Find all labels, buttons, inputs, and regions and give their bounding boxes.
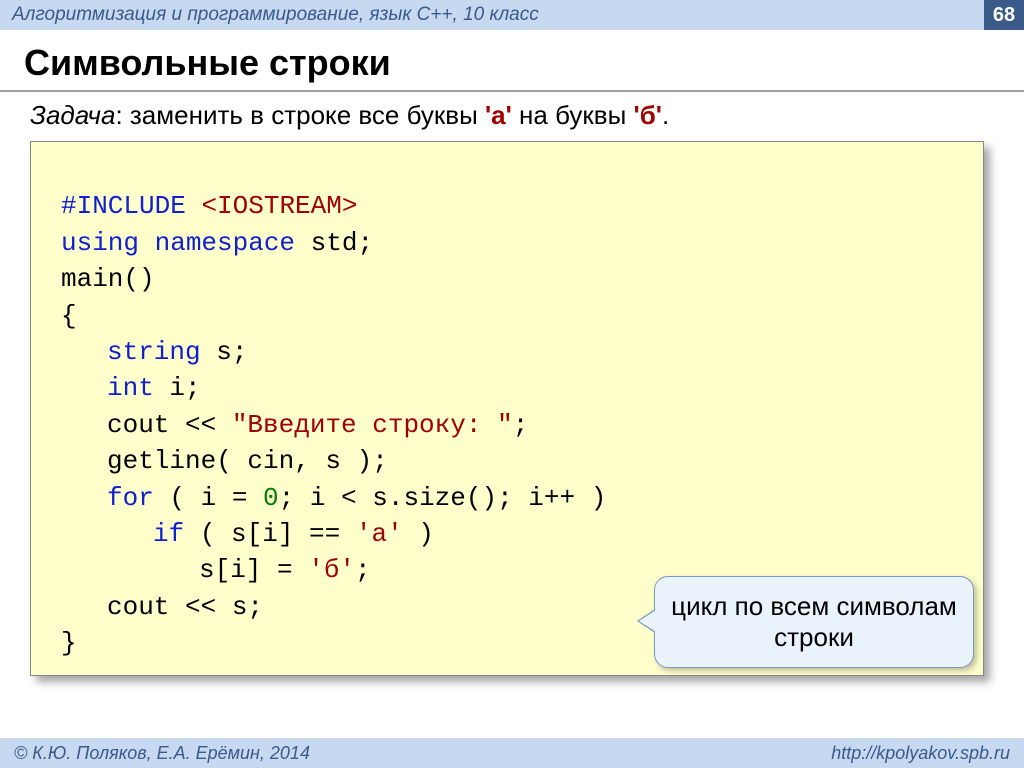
callout-box: цикл по всем символам строки xyxy=(654,576,974,668)
code-string-kw: string xyxy=(107,337,201,367)
code-include: #INCLUDE xyxy=(61,191,201,221)
page-number: 68 xyxy=(984,0,1024,30)
code-if-pre: ( s[i] == xyxy=(184,519,356,549)
code-getline: getline( cin, s ); xyxy=(107,446,388,476)
code-main: main() xyxy=(61,264,155,294)
code-open-brace: { xyxy=(61,301,77,331)
page-title: Символьные строки xyxy=(24,42,1024,84)
header-subtitle: Алгоритмизация и программирование, язык … xyxy=(12,4,539,26)
task-label: Задача xyxy=(30,100,115,130)
footer-right: http://kpolyakov.spb.ru xyxy=(831,743,1010,764)
code-if-lit: 'а' xyxy=(356,519,403,549)
code-string-var: s; xyxy=(201,337,248,367)
callout-text: цикл по всем символам строки xyxy=(671,591,957,652)
task-end: . xyxy=(662,100,669,130)
code-if-post: ) xyxy=(403,519,434,549)
code-std: std; xyxy=(311,228,373,258)
slide-header: Алгоритмизация и программирование, язык … xyxy=(0,0,1024,30)
code-int-var: i; xyxy=(154,373,201,403)
code-cout1-end: ; xyxy=(513,410,529,440)
task-line: Задача: заменить в строке все буквы 'а' … xyxy=(30,100,1024,131)
code-for-kw: for xyxy=(107,483,154,513)
code-using: using namespace xyxy=(61,228,311,258)
task-mid: на буквы xyxy=(512,100,634,130)
code-str-lit: "Введите строку: " xyxy=(232,410,513,440)
code-for-rest: ; i < s.size(); i++ ) xyxy=(279,483,607,513)
code-for-zero: 0 xyxy=(263,483,279,513)
slide-footer: © К.Ю. Поляков, Е.А. Ерёмин, 2014 http:/… xyxy=(0,738,1024,768)
code-for-pre: ( i = xyxy=(154,483,263,513)
code-include-header: <IOSTREAM> xyxy=(201,191,357,221)
code-int-kw: int xyxy=(107,373,154,403)
footer-left: © К.Ю. Поляков, Е.А. Ерёмин, 2014 xyxy=(14,743,310,764)
task-literal-b: 'б' xyxy=(634,100,662,130)
code-cout1: cout << xyxy=(107,410,232,440)
code-assign-lit: 'б' xyxy=(308,555,355,585)
task-literal-a: 'а' xyxy=(485,100,512,130)
code-if-kw: if xyxy=(153,519,184,549)
code-assign-pre: s[i] = xyxy=(199,555,308,585)
code-assign-post: ; xyxy=(355,555,371,585)
code-close-brace: } xyxy=(61,628,77,658)
task-text: : заменить в строке все буквы xyxy=(115,100,485,130)
divider xyxy=(0,90,1024,92)
code-cout2: cout << s; xyxy=(107,592,263,622)
